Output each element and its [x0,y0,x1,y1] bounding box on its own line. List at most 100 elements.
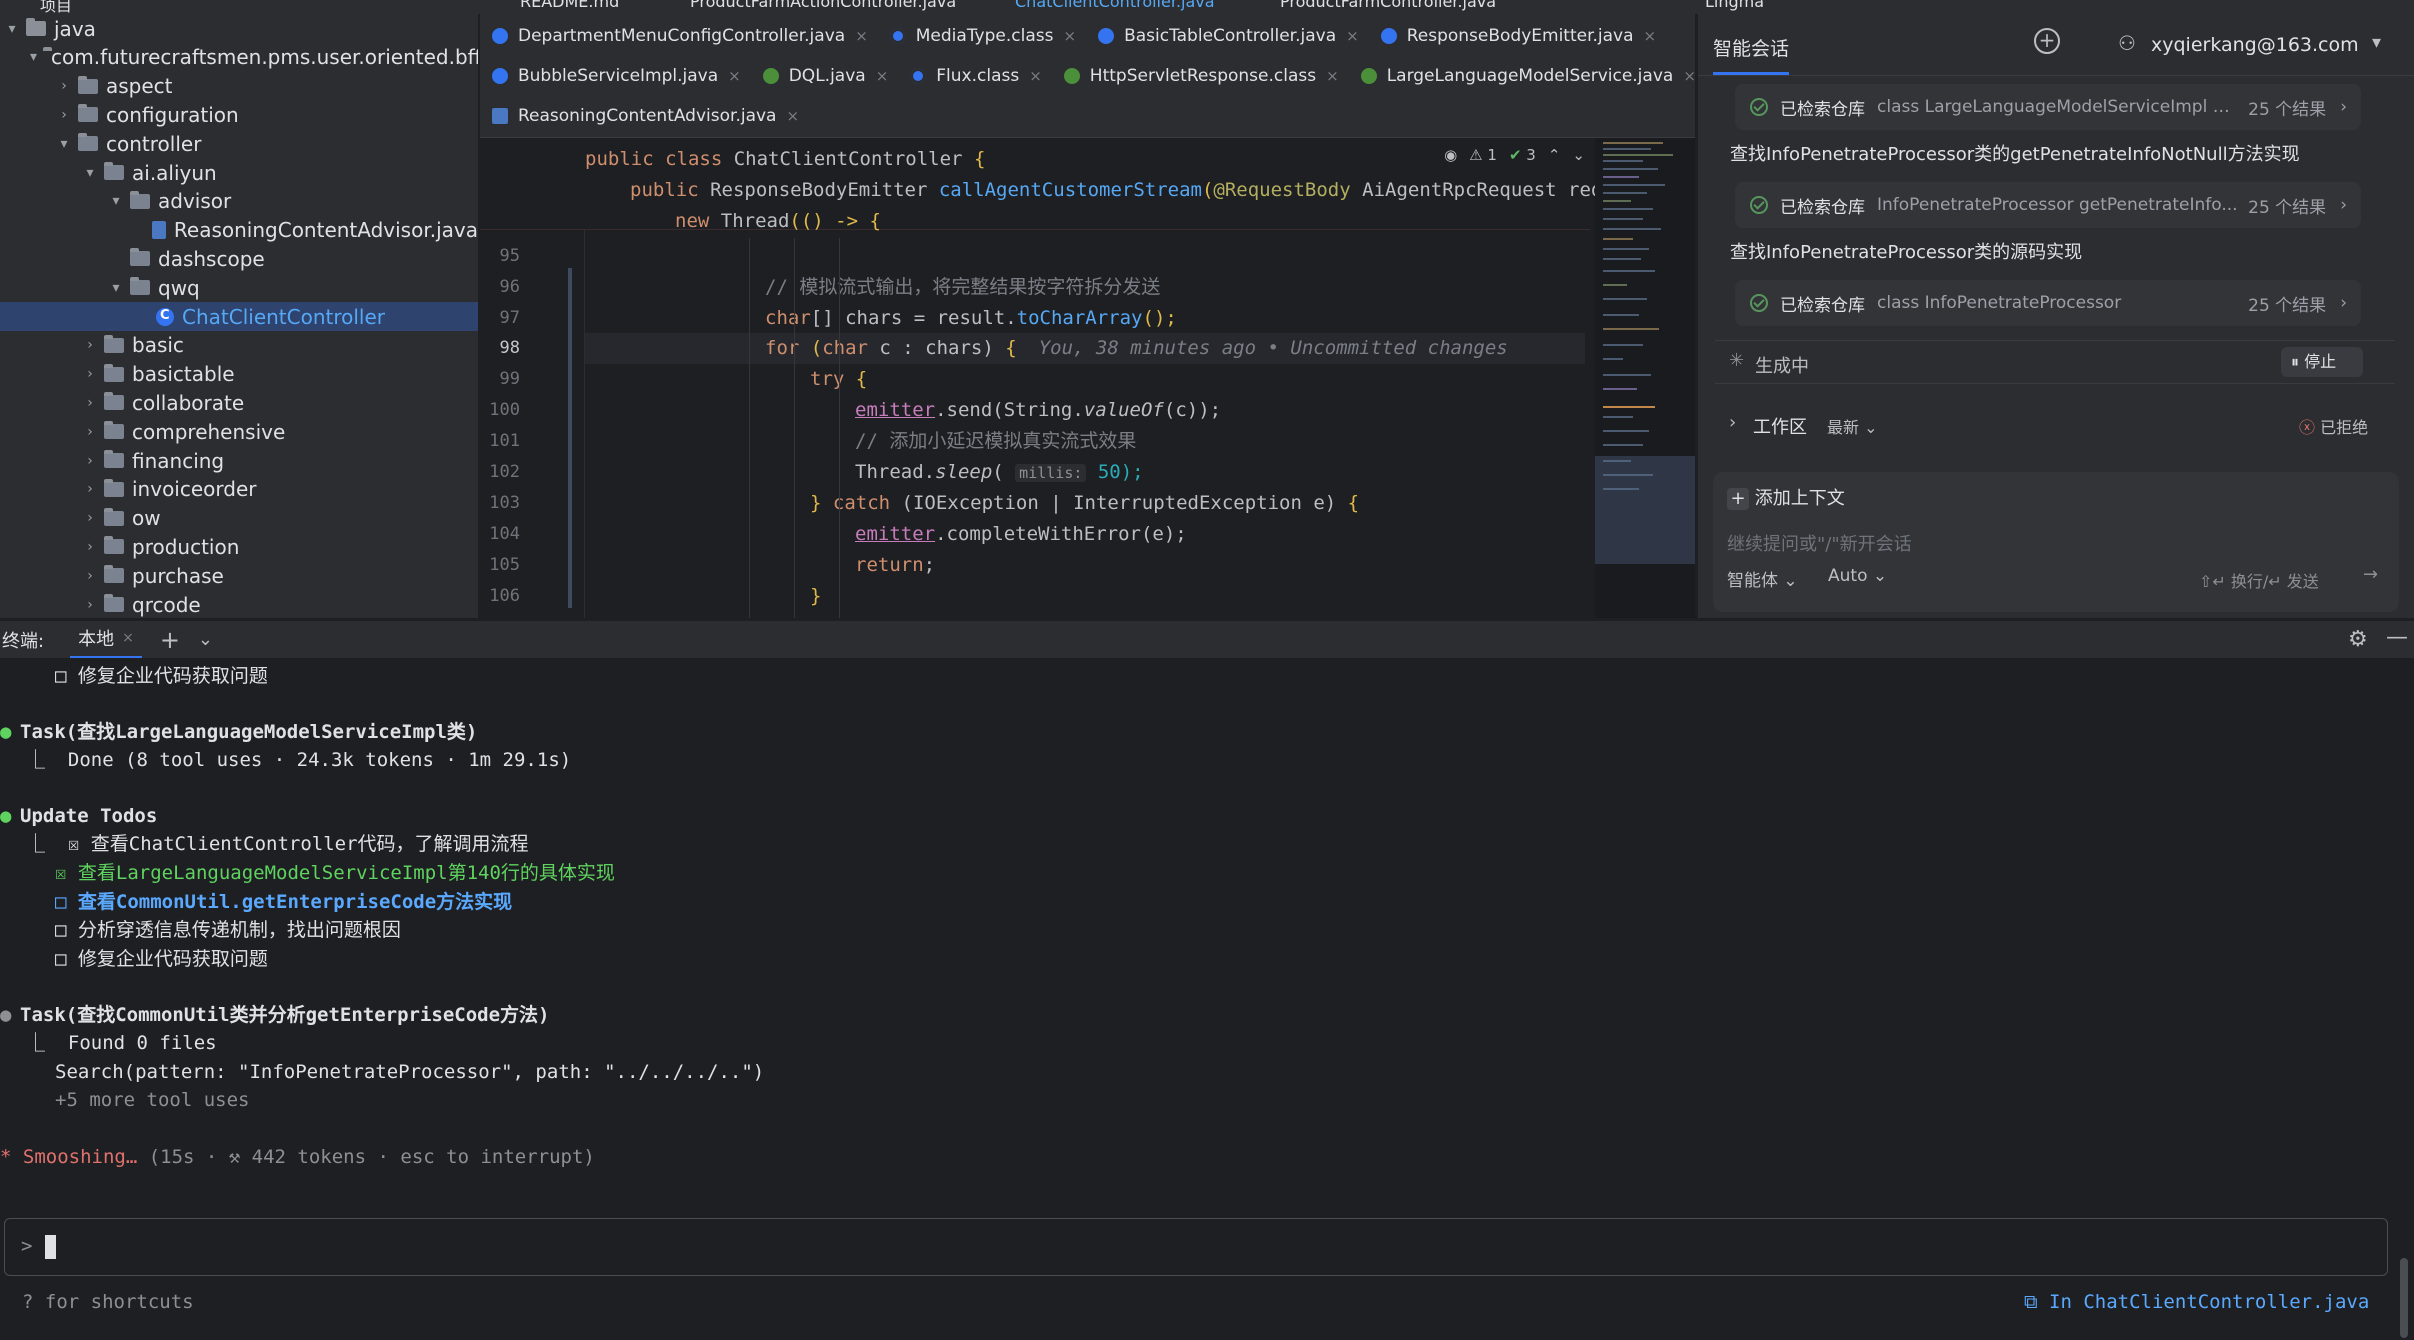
chat-input-box[interactable]: + 添加上下文 继续提问或"/"新开会话 智能体 ⌄ Auto ⌄ ⇧↵ 换行/… [1713,472,2399,612]
chevron-right-icon[interactable]: › [82,568,98,584]
close-icon[interactable]: × [1644,27,1657,45]
close-icon[interactable]: × [728,67,741,85]
gear-icon[interactable]: ⚙ [2348,627,2368,652]
chevron-right-icon[interactable]: › [82,597,98,613]
tab-local[interactable]: 本地 × [70,621,142,659]
add-context-button[interactable]: + 添加上下文 [1727,484,1845,510]
editor-tab[interactable]: LargeLanguageModelService.java × [1349,56,1695,96]
tree-item[interactable]: › aspect [0,72,478,101]
close-icon[interactable]: × [1326,67,1339,85]
editor-tab[interactable]: ReasoningContentAdvisor.java × [480,96,809,136]
chevron-right-icon[interactable]: › [82,510,98,526]
editor-tab[interactable]: BubbleServiceImpl.java × [480,56,751,96]
editor-tab[interactable]: DepartmentMenuConfigController.java × [480,16,878,56]
close-icon[interactable]: × [1346,27,1359,45]
tree-item[interactable]: › basic [0,331,478,360]
tree-item[interactable]: › configuration [0,100,478,129]
minimap-viewport[interactable] [1595,456,1695,564]
claude-prompt-box[interactable]: > [4,1218,2388,1276]
close-icon[interactable]: × [122,630,134,646]
tab-productfarm[interactable]: ProductFarmController.java [1280,0,1496,11]
stop-button[interactable]: ⏸ 停止 [2281,347,2363,377]
project-tree[interactable]: ▾ java ▾ com.futurecraftsmen.pms.user.orien… [0,14,478,618]
chevron-right-icon[interactable]: › [82,395,98,411]
close-icon[interactable]: × [1683,67,1695,85]
tab-chatclient-active[interactable]: ChatClientController.java [1015,0,1215,11]
editor-tab[interactable]: BasicTableController.java × [1086,16,1369,56]
close-icon[interactable]: × [1063,27,1076,45]
tree-item[interactable]: › invoiceorder [0,475,478,504]
chevron-down-icon[interactable]: ⌄ [198,629,213,650]
retrieval-card-2[interactable]: 已检索仓库 InfoPenetrateProcessor getPenetrat… [1735,182,2361,228]
terminal-output[interactable]: □ 修复企业代码获取问题 ● Task(查找LargeLanguageModel… [0,658,2414,1340]
tree-item[interactable]: › comprehensive [0,417,478,446]
context-file-indicator[interactable]: ⧉ In ChatClientController.java [2024,1288,2369,1316]
minimap[interactable] [1595,138,1695,618]
terminal-scrollbar[interactable] [2400,1258,2408,1338]
close-icon[interactable]: × [876,67,889,85]
chevron-right-icon[interactable]: › [2340,97,2347,117]
tree-item[interactable]: › production [0,532,478,561]
close-icon[interactable]: × [786,107,799,125]
chevron-right-icon[interactable]: › [82,337,98,353]
chevron-right-icon[interactable]: › [56,107,72,123]
send-arrow-icon[interactable]: → [2363,564,2378,585]
tree-item[interactable]: ▾ qwq [0,273,478,302]
editor-tab[interactable]: MediaType.class × [878,16,1086,56]
chevron-right-icon[interactable]: › [2340,293,2347,313]
tree-item[interactable]: › ow [0,504,478,533]
retrieval-card-3[interactable]: 已检索仓库 class InfoPenetrateProcessor 25 个结… [1735,280,2361,326]
tree-item[interactable]: ▾ com.futurecraftsmen.pms.user.oriented.b… [0,43,478,72]
tab-productfarm-action[interactable]: ProductFarmActionController.java [690,0,956,11]
mode-select[interactable]: 智能体 ⌄ [1727,566,1798,591]
close-icon[interactable]: × [855,27,868,45]
eye-icon[interactable]: ◉ [1444,146,1457,164]
chevron-right-icon[interactable]: › [1729,412,1736,433]
chevron-down-icon[interactable]: ▾ [82,165,98,181]
close-icon[interactable]: × [1029,67,1042,85]
chevron-right-icon[interactable]: › [56,78,72,94]
chevron-down-icon[interactable]: ▾ [108,193,124,209]
tree-item[interactable]: › qrcode [0,590,478,618]
tree-item[interactable]: ▾ java [0,14,478,43]
chevron-right-icon[interactable]: › [2340,195,2347,215]
editor-tab[interactable]: HttpServletResponse.class × [1052,56,1349,96]
minimize-icon[interactable]: — [2386,625,2408,650]
editor-tab[interactable]: Flux.class × [898,56,1052,96]
chevron-down-icon[interactable]: ▾ [108,280,124,296]
chevron-down-icon[interactable]: ⌄ [1572,146,1585,164]
tree-item[interactable]: › collaborate [0,388,478,417]
chevron-right-icon[interactable]: › [82,453,98,469]
code-area[interactable]: // 模拟流式输出，将完整结果按字符拆分发送 char[] chars = res… [585,138,1585,618]
editor-tab[interactable]: ResponseBodyEmitter.java × [1369,16,1666,56]
model-select[interactable]: Auto ⌄ [1828,566,1887,586]
account-chevron-icon[interactable]: ▾ [2372,32,2381,53]
chevron-down-icon[interactable]: ▾ [56,136,72,152]
tree-item[interactable]: ▾ ai.aliyun [0,158,478,187]
chat-input[interactable]: 继续提问或"/"新开会话 [1727,530,1912,556]
chevron-right-icon[interactable]: › [82,424,98,440]
editor-tab[interactable]: DQL.java × [751,56,899,96]
tab-readme[interactable]: README.md [520,0,619,11]
tree-item[interactable]: › financing [0,446,478,475]
chevron-down-icon[interactable]: ▾ [30,49,37,65]
check-count[interactable]: ✔ 3 [1509,146,1536,164]
chevron-down-icon[interactable]: ▾ [4,21,20,37]
tree-item[interactable]: ▾ advisor [0,187,478,216]
chevron-right-icon[interactable]: › [82,539,98,555]
workspace-filter[interactable]: 最新 ⌄ [1827,414,1878,438]
chevron-up-icon[interactable]: ⌃ [1548,146,1561,164]
tree-item[interactable]: › basictable [0,360,478,389]
chevron-right-icon[interactable]: › [82,481,98,497]
tree-item[interactable]: › purchase [0,561,478,590]
tree-item[interactable]: ReasoningContentAdvisor.java [0,216,478,245]
tree-item[interactable]: ChatClientController [0,302,478,331]
new-chat-icon[interactable]: + [2034,28,2060,54]
tree-item[interactable]: dashscope [0,244,478,273]
tree-item[interactable]: ▾ controller [0,129,478,158]
workspace-row[interactable]: › 工作区 最新 ⌄ ⓧ 已拒绝 [1715,406,2395,444]
retrieval-card-1[interactable]: 已检索仓库 class LargeLanguageModelServiceImp… [1735,84,2361,130]
account-email[interactable]: xyqierkang@163.com [2151,34,2359,56]
project-label[interactable]: 项目 [40,0,72,14]
tab-smart-chat[interactable]: 智能会话 [1713,34,1789,61]
